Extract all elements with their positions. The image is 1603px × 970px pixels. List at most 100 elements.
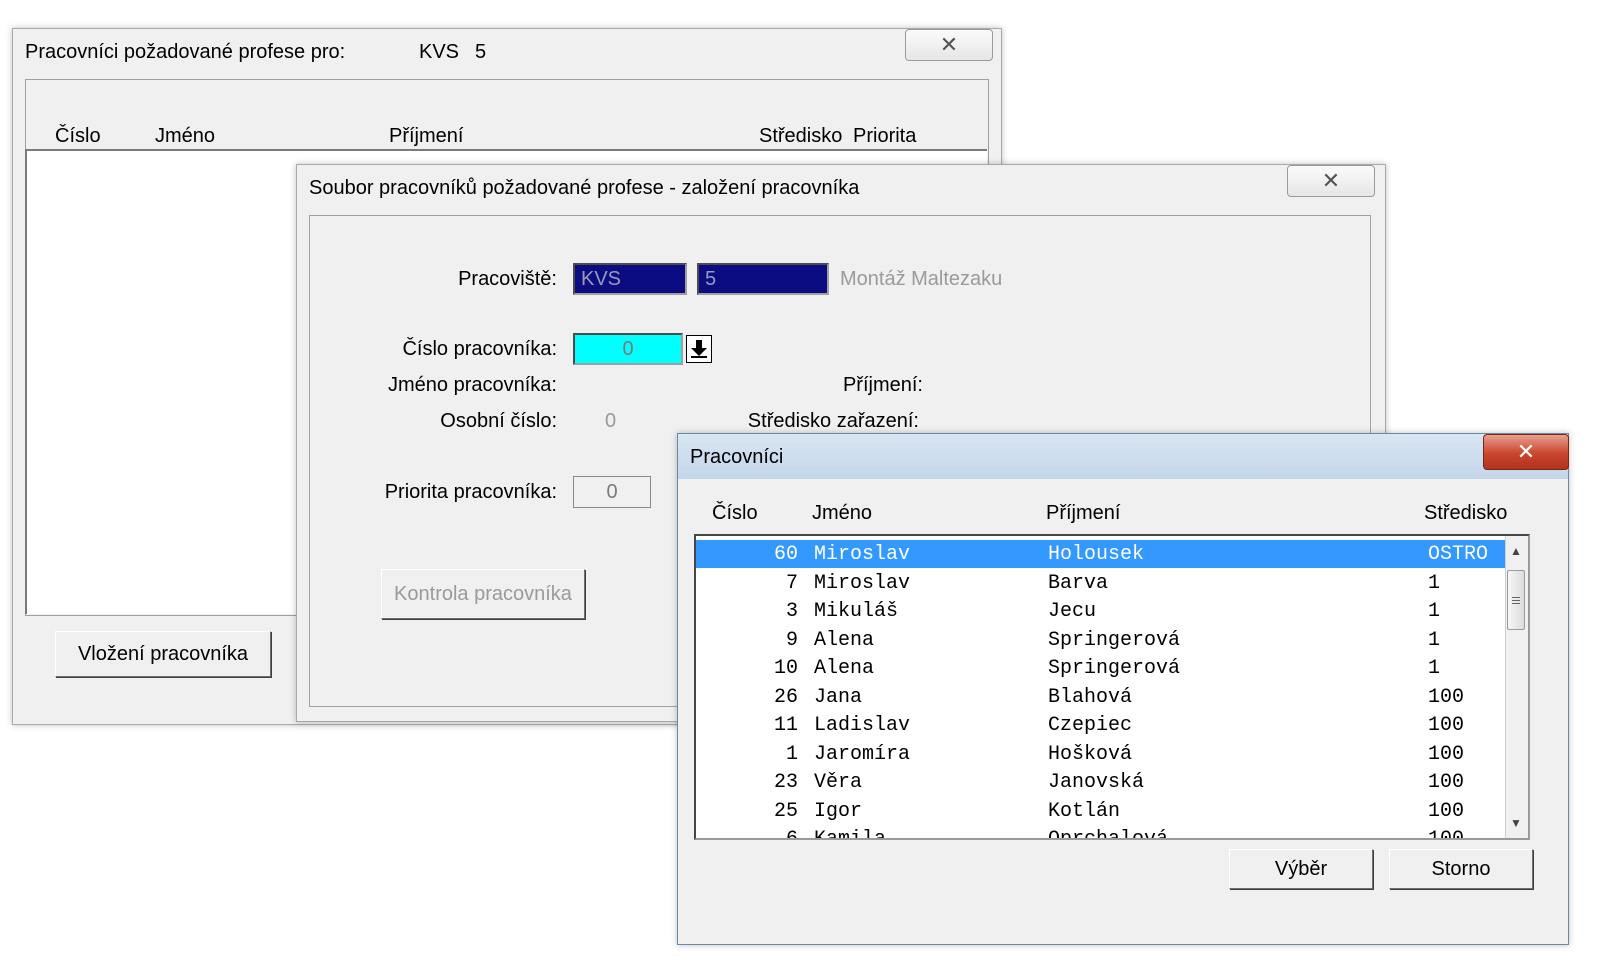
cell-first-name: Alena — [814, 657, 875, 680]
cell-first-name: Mikuláš — [814, 600, 899, 623]
cell-center: 100 — [1428, 771, 1465, 794]
close-icon: ✕ — [1321, 168, 1341, 193]
cell-number: 9 — [785, 628, 798, 652]
cell-first-name: Věra — [814, 771, 863, 794]
cell-number: 23 — [773, 771, 798, 794]
dialog-title: Soubor pracovníků požadované profese - z… — [309, 177, 860, 199]
column-header-number[interactable]: Číslo — [55, 125, 101, 148]
select-button[interactable]: Výběr — [1229, 849, 1373, 889]
cell-number: 7 — [785, 571, 798, 595]
cell-center: 1 — [1428, 628, 1441, 652]
workers-grid[interactable]: 60 Miroslav Holousek OSTRO 7 Miroslav Barva 1 3 M… — [694, 534, 1530, 840]
cell-number: 60 — [773, 543, 798, 566]
table-row[interactable]: 23 Věra Janovská 100 — [696, 768, 1512, 796]
cell-number: 1 — [785, 742, 798, 766]
table-row[interactable]: 7 Miroslav Barva 1 — [696, 569, 1512, 597]
check-worker-button[interactable]: Kontrola pracovníka — [381, 569, 585, 619]
column-header-last-name[interactable]: Příjmení — [389, 125, 463, 148]
table-row[interactable]: 1 Jaromíra Hošková 100 — [696, 740, 1512, 768]
workplace-number-field: 5 — [697, 263, 829, 295]
table-row[interactable]: 10 Alena Springerová 1 — [696, 654, 1512, 682]
cell-last-name: Springerová — [1048, 628, 1181, 652]
column-header-last-name[interactable]: Příjmení — [1046, 502, 1120, 525]
cell-last-name: Barva — [1048, 571, 1109, 595]
column-header-center[interactable]: Středisko — [1424, 502, 1507, 525]
window-title-code: KVS — [419, 41, 460, 63]
table-row[interactable]: 25 Igor Kotlán 100 — [696, 797, 1512, 825]
cell-first-name: Alena — [814, 628, 875, 652]
cell-center: OSTRO — [1428, 543, 1489, 566]
cell-last-name: Kotlán — [1048, 799, 1121, 823]
personal-number-value: 0 — [605, 410, 617, 432]
workplace-name: Montáž Maltezaku — [840, 268, 1003, 290]
table-row[interactable]: 3 Mikuláš Jecu 1 — [696, 597, 1512, 625]
column-header-number[interactable]: Číslo — [712, 502, 758, 525]
cell-number: 6 — [785, 828, 798, 840]
column-header-first-name[interactable]: Jméno — [812, 502, 872, 525]
scroll-up-icon[interactable]: ▲ — [1510, 544, 1522, 558]
table-row[interactable]: 6 Kamila Oprchalová 100 — [696, 825, 1512, 840]
worker-number-label: Číslo pracovníka: — [402, 338, 557, 360]
vertical-scrollbar[interactable]: ▲ ▼ — [1505, 536, 1528, 838]
cell-center: 100 — [1428, 828, 1465, 840]
worker-priority-label: Priorita pracovníka: — [384, 481, 557, 503]
cell-center: 1 — [1428, 571, 1441, 595]
cell-last-name: Czepiec — [1048, 714, 1133, 737]
cell-first-name: Miroslav — [814, 543, 911, 566]
close-icon: ✕ — [1516, 439, 1536, 464]
cell-number: 3 — [785, 600, 798, 623]
workplace-code-field: KVS — [573, 263, 687, 295]
column-header-first-name[interactable]: Jméno — [155, 125, 215, 148]
download-arrow-icon — [691, 340, 707, 358]
cell-number: 25 — [773, 799, 798, 823]
window-title: Pracovníci — [690, 446, 784, 468]
scroll-thumb[interactable] — [1507, 570, 1525, 630]
cell-last-name: Springerová — [1048, 657, 1181, 680]
personal-number-label: Osobní číslo: — [440, 410, 557, 432]
assigned-center-label: Středisko zařazení: — [747, 410, 919, 432]
column-header-priority[interactable]: Priorita — [853, 125, 916, 148]
close-button[interactable]: ✕ — [905, 29, 993, 61]
cell-center: 100 — [1428, 742, 1465, 766]
cell-first-name: Miroslav — [814, 571, 911, 595]
workplace-label: Pracoviště: — [458, 268, 557, 290]
cell-first-name: Jana — [814, 685, 863, 709]
workers-picker-window: Pracovníci ✕ Číslo Jméno Příjmení Středi… — [677, 433, 1569, 945]
cell-last-name: Jecu — [1048, 600, 1097, 623]
cell-last-name: Holousek — [1048, 543, 1145, 566]
cell-center: 100 — [1428, 714, 1465, 737]
close-button[interactable]: ✕ — [1287, 165, 1375, 197]
close-icon: ✕ — [939, 32, 959, 57]
cell-last-name: Oprchalová — [1048, 828, 1169, 840]
window-title: Pracovníci požadované profese pro: — [25, 41, 346, 63]
cell-last-name: Hošková — [1048, 742, 1133, 766]
window-title-number: 5 — [475, 41, 487, 63]
cell-center: 1 — [1428, 600, 1441, 623]
cell-center: 1 — [1428, 657, 1441, 680]
cell-last-name: Blahová — [1048, 685, 1133, 709]
scroll-down-icon[interactable]: ▼ — [1510, 816, 1522, 830]
cell-number: 11 — [773, 714, 798, 737]
worker-number-input[interactable]: 0 — [573, 333, 683, 365]
cell-center: 100 — [1428, 685, 1465, 709]
close-button[interactable]: ✕ — [1483, 434, 1569, 470]
cell-number: 10 — [773, 657, 798, 680]
first-name-label: Jméno pracovníka: — [388, 374, 557, 396]
cell-first-name: Igor — [814, 799, 863, 823]
table-row[interactable]: 9 Alena Springerová 1 — [696, 626, 1512, 654]
worker-picker-button[interactable] — [686, 335, 712, 363]
table-row[interactable]: 60 Miroslav Holousek OSTRO — [696, 540, 1512, 568]
insert-worker-button[interactable]: Vložení pracovníka — [55, 631, 271, 677]
cell-last-name: Janovská — [1048, 771, 1145, 794]
cell-first-name: Kamila — [814, 828, 887, 840]
last-name-label: Příjmení: — [842, 374, 923, 396]
table-row[interactable]: 11 Ladislav Czepiec 100 — [696, 711, 1512, 739]
table-row[interactable]: 26 Jana Blahová 100 — [696, 683, 1512, 711]
cancel-button[interactable]: Storno — [1389, 849, 1533, 889]
cell-center: 100 — [1428, 799, 1465, 823]
worker-priority-input[interactable]: 0 — [573, 476, 651, 508]
cell-number: 26 — [773, 685, 798, 709]
cell-first-name: Ladislav — [814, 714, 911, 737]
cell-first-name: Jaromíra — [814, 742, 911, 766]
column-header-center[interactable]: Středisko — [759, 125, 842, 148]
